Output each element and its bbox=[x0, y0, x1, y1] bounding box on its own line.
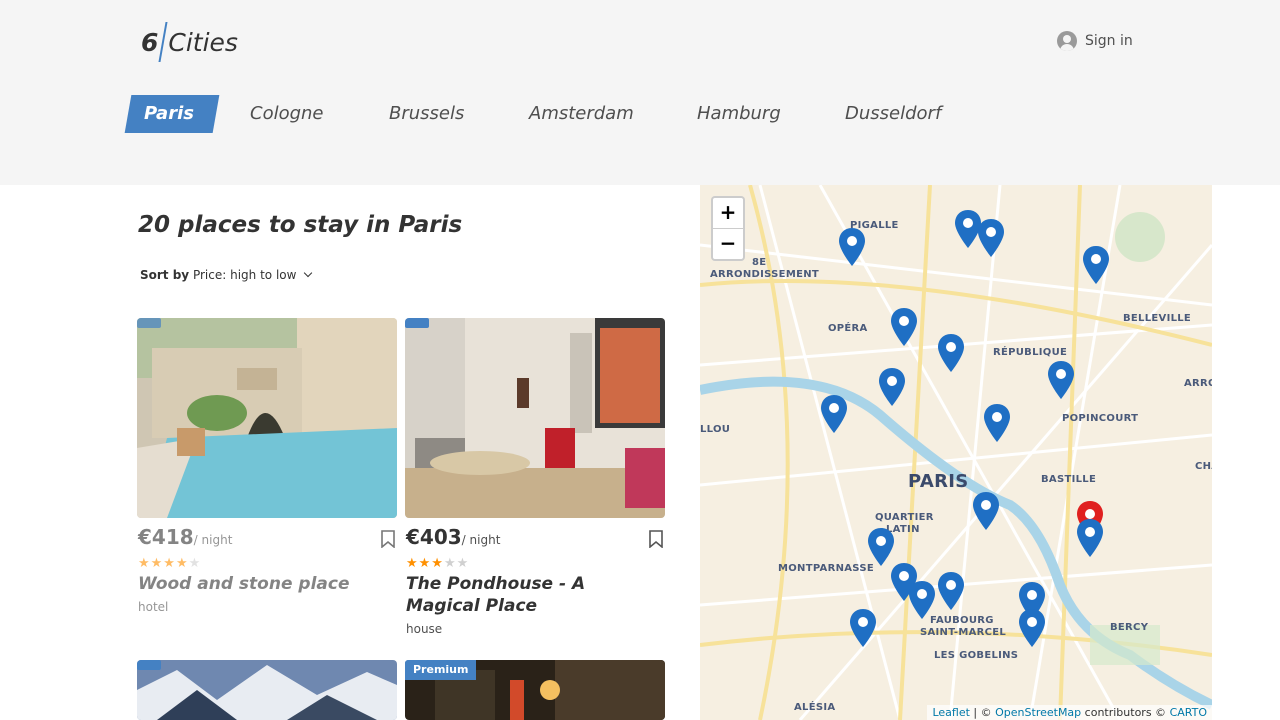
map-pin-icon[interactable] bbox=[849, 608, 877, 648]
sign-in-label: Sign in bbox=[1085, 33, 1133, 49]
map-pin-icon[interactable] bbox=[820, 394, 848, 434]
osm-link[interactable]: OpenStreetMap bbox=[995, 706, 1081, 719]
map-label: MONTPARNASSE bbox=[778, 563, 874, 574]
logo-text: Cities bbox=[168, 27, 238, 57]
map-label: LES GOBELINS bbox=[934, 650, 1019, 661]
premium-badge: Premium bbox=[405, 660, 477, 680]
sign-in-link[interactable]: Sign in bbox=[1057, 31, 1133, 51]
place-image[interactable] bbox=[137, 660, 397, 720]
map-label: ARRONDISSEMENT bbox=[710, 269, 819, 280]
places-title: 20 places to stay in Paris bbox=[138, 212, 463, 238]
map-pin-icon[interactable] bbox=[1047, 360, 1075, 400]
map-label: OPÉRA bbox=[828, 323, 868, 334]
carto-link[interactable]: CARTO bbox=[1170, 706, 1207, 719]
map-pin-icon[interactable] bbox=[937, 333, 965, 373]
chevron-down-icon bbox=[304, 268, 313, 278]
place-name[interactable]: Wood and stone place bbox=[138, 573, 393, 595]
header: 6 Cities Sign in Paris Cologne Brussels … bbox=[0, 0, 1280, 185]
logo-number: 6 bbox=[141, 27, 159, 57]
bookmark-icon[interactable] bbox=[381, 530, 395, 548]
map-pin-icon[interactable] bbox=[937, 571, 965, 611]
place-type: hotel bbox=[138, 600, 169, 614]
map-pin-icon[interactable] bbox=[890, 307, 918, 347]
price: €403/ night bbox=[406, 525, 501, 549]
map-attribution: Leaflet | © OpenStreetMap contributors ©… bbox=[927, 705, 1212, 720]
map-label: PARIS bbox=[908, 471, 969, 492]
map-pin-icon[interactable] bbox=[1018, 608, 1046, 648]
zoom-out-button[interactable]: − bbox=[713, 229, 743, 259]
place-name[interactable]: The Pondhouse - A Magical Place bbox=[406, 573, 661, 617]
map-tiles bbox=[700, 185, 1212, 720]
rating-stars: ★★★★★ bbox=[138, 556, 202, 571]
map[interactable]: PIGALLE 8E ARRONDISSEMENT OPÉRA RÉPUBLIQ… bbox=[700, 185, 1212, 720]
map-pin-icon[interactable] bbox=[1082, 245, 1110, 285]
tab-brussels[interactable]: Brussels bbox=[389, 95, 464, 133]
place-image[interactable] bbox=[405, 318, 665, 518]
map-label: BELLEVILLE bbox=[1123, 313, 1192, 324]
zoom-control: + − bbox=[711, 196, 745, 261]
map-label: ALÉSIA bbox=[794, 702, 836, 713]
map-pin-icon[interactable] bbox=[838, 227, 866, 267]
map-pin-icon[interactable] bbox=[878, 367, 906, 407]
tab-amsterdam[interactable]: Amsterdam bbox=[529, 95, 634, 133]
logo[interactable]: 6 Cities bbox=[141, 22, 238, 62]
sort-control[interactable]: Sort by Price: high to low bbox=[140, 268, 313, 282]
map-label: POPINCOURT bbox=[1062, 413, 1139, 424]
sort-label: Sort by bbox=[140, 268, 190, 282]
map-label: ARRO bbox=[1184, 378, 1212, 389]
price: €418/ night bbox=[138, 525, 233, 549]
map-label: LLOU bbox=[700, 424, 731, 435]
place-type: house bbox=[406, 622, 443, 636]
map-pin-icon[interactable] bbox=[977, 218, 1005, 258]
map-label: BASTILLE bbox=[1041, 474, 1097, 485]
tab-dusseldorf[interactable]: Dusseldorf bbox=[845, 95, 941, 133]
map-label: QUARTIER bbox=[875, 512, 934, 523]
leaflet-link[interactable]: Leaflet bbox=[932, 706, 969, 719]
card-badge bbox=[137, 318, 161, 328]
tab-cologne[interactable]: Cologne bbox=[250, 95, 324, 133]
zoom-in-button[interactable]: + bbox=[713, 198, 743, 229]
map-label: SAINT-MARCEL bbox=[920, 627, 1007, 638]
bookmark-icon[interactable] bbox=[649, 530, 663, 548]
tab-hamburg[interactable]: Hamburg bbox=[697, 95, 781, 133]
map-pin-icon[interactable] bbox=[1076, 518, 1104, 558]
card-badge bbox=[137, 660, 161, 670]
sort-value[interactable]: Price: high to low bbox=[193, 268, 296, 282]
place-image[interactable] bbox=[137, 318, 397, 518]
tab-paris[interactable]: Paris bbox=[124, 95, 220, 133]
logo-divider bbox=[158, 22, 168, 62]
card-badge bbox=[405, 318, 429, 328]
map-label: FAUBOURG bbox=[930, 615, 994, 626]
map-label: RÉPUBLIQUE bbox=[993, 347, 1068, 358]
map-label: 8E bbox=[752, 257, 767, 268]
map-pin-icon[interactable] bbox=[908, 580, 936, 620]
map-pin-icon[interactable] bbox=[983, 403, 1011, 443]
map-pin-icon[interactable] bbox=[867, 527, 895, 567]
user-icon bbox=[1057, 31, 1077, 51]
map-label: BERCY bbox=[1110, 622, 1149, 633]
map-label: CHA bbox=[1195, 461, 1212, 472]
map-pin-icon[interactable] bbox=[972, 491, 1000, 531]
rating-stars: ★★★★★ bbox=[406, 556, 470, 571]
